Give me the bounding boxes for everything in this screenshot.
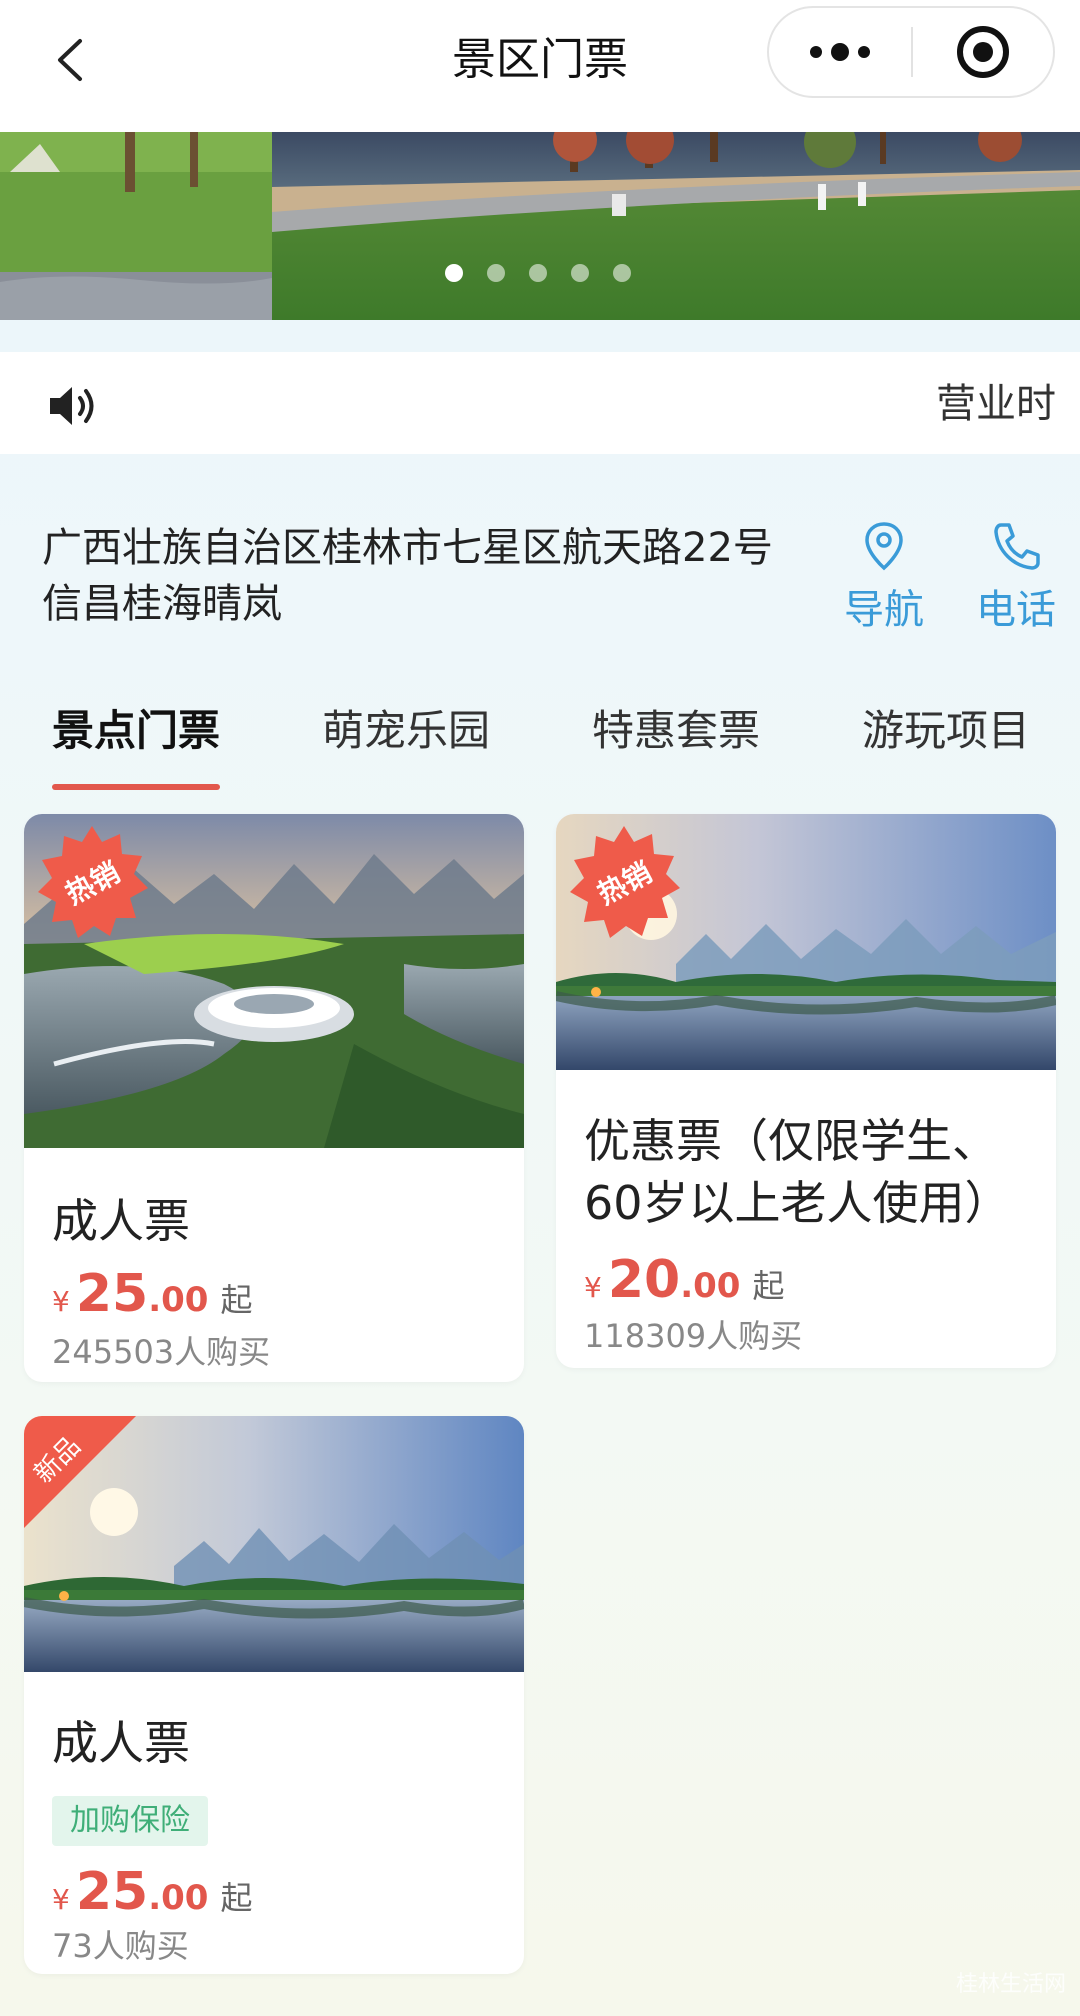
ticket-card[interactable]: 热销 优惠票（仅限学生、60岁以上老人使用） ¥ 20 .00 起 118309… <box>556 814 1056 1368</box>
price-from-label: 起 <box>220 1879 253 1917</box>
location-pin-icon <box>865 522 903 571</box>
sold-count: 245503人购买 <box>52 1333 271 1371</box>
ticket-title: 优惠票（仅限学生、60岁以上老人使用） <box>584 1114 1011 1230</box>
currency-symbol: ¥ <box>52 1285 70 1318</box>
carousel-dot[interactable] <box>487 264 505 282</box>
insurance-tag: 加购保险 <box>52 1796 208 1846</box>
navigate-button[interactable]: 导航 <box>834 520 934 638</box>
watermark: 桂林生活网 <box>955 1972 1066 1997</box>
speaker-icon <box>50 387 94 425</box>
carousel-dot[interactable] <box>571 264 589 282</box>
ticket-category-tabs: 景点门票 萌宠乐园 特惠套票 游玩项目 <box>0 702 1080 792</box>
price-decimal: .00 <box>148 1280 209 1320</box>
tab-play-items[interactable]: 游玩项目 <box>862 702 1030 760</box>
banner-carousel[interactable] <box>0 132 1080 320</box>
phone-icon <box>994 523 1040 570</box>
carousel-dot[interactable] <box>613 264 631 282</box>
price-from-label: 起 <box>752 1267 785 1305</box>
scenic-address: 广西壮族自治区桂林市七星区航天路22号信昌桂海晴岚 <box>42 525 773 627</box>
carousel-dot[interactable] <box>445 264 463 282</box>
ticket-card[interactable]: 热销 成人票 ¥ 25 .00 起 245503人购买 <box>24 814 524 1382</box>
target-icon <box>957 26 1009 78</box>
ticket-price: ¥ 25 .00 起 <box>52 1264 252 1324</box>
price-integer: 25 <box>75 1264 149 1324</box>
more-icon <box>810 43 870 61</box>
navigate-label: 导航 <box>844 587 924 633</box>
ticket-card[interactable]: 新品 成人票 加购保险 ¥ 25 .00 起 73人购买 <box>24 1416 524 1974</box>
tab-special-package[interactable]: 特惠套票 <box>592 702 760 760</box>
sold-count: 73人购买 <box>52 1927 189 1965</box>
ticket-title: 成人票 <box>52 1194 190 1248</box>
banner-image <box>0 132 1080 320</box>
new-product-badge: 新品 <box>24 1416 144 1536</box>
notice-bar <box>0 352 1080 454</box>
more-button[interactable] <box>769 8 911 96</box>
price-integer: 20 <box>607 1250 681 1310</box>
price-decimal: .00 <box>680 1266 741 1306</box>
phone-label: 电话 <box>976 587 1056 633</box>
currency-symbol: ¥ <box>52 1883 70 1916</box>
carousel-dot[interactable] <box>529 264 547 282</box>
active-tab-indicator <box>52 784 220 790</box>
business-hours-text: 营业时 <box>936 381 1056 427</box>
currency-symbol: ¥ <box>584 1271 602 1304</box>
price-integer: 25 <box>75 1862 149 1922</box>
close-mini-program-button[interactable] <box>913 8 1053 96</box>
price-decimal: .00 <box>148 1878 209 1918</box>
tab-scenic-tickets[interactable]: 景点门票 <box>52 702 220 760</box>
sold-count: 118309人购买 <box>584 1317 803 1355</box>
tab-pet-park[interactable]: 萌宠乐园 <box>322 702 490 760</box>
ticket-title: 成人票 <box>52 1716 190 1770</box>
price-from-label: 起 <box>220 1281 253 1319</box>
top-bar: 景区门票 <box>0 0 1080 132</box>
mini-program-capsule <box>767 6 1055 98</box>
carousel-indicator <box>445 264 631 282</box>
phone-button[interactable]: 电话 <box>966 520 1066 638</box>
ticket-price: ¥ 20 .00 起 <box>584 1250 784 1310</box>
hot-sale-badge: 热销 <box>564 822 684 942</box>
hot-sale-badge: 热销 <box>32 822 152 942</box>
ticket-price: ¥ 25 .00 起 <box>52 1862 252 1922</box>
